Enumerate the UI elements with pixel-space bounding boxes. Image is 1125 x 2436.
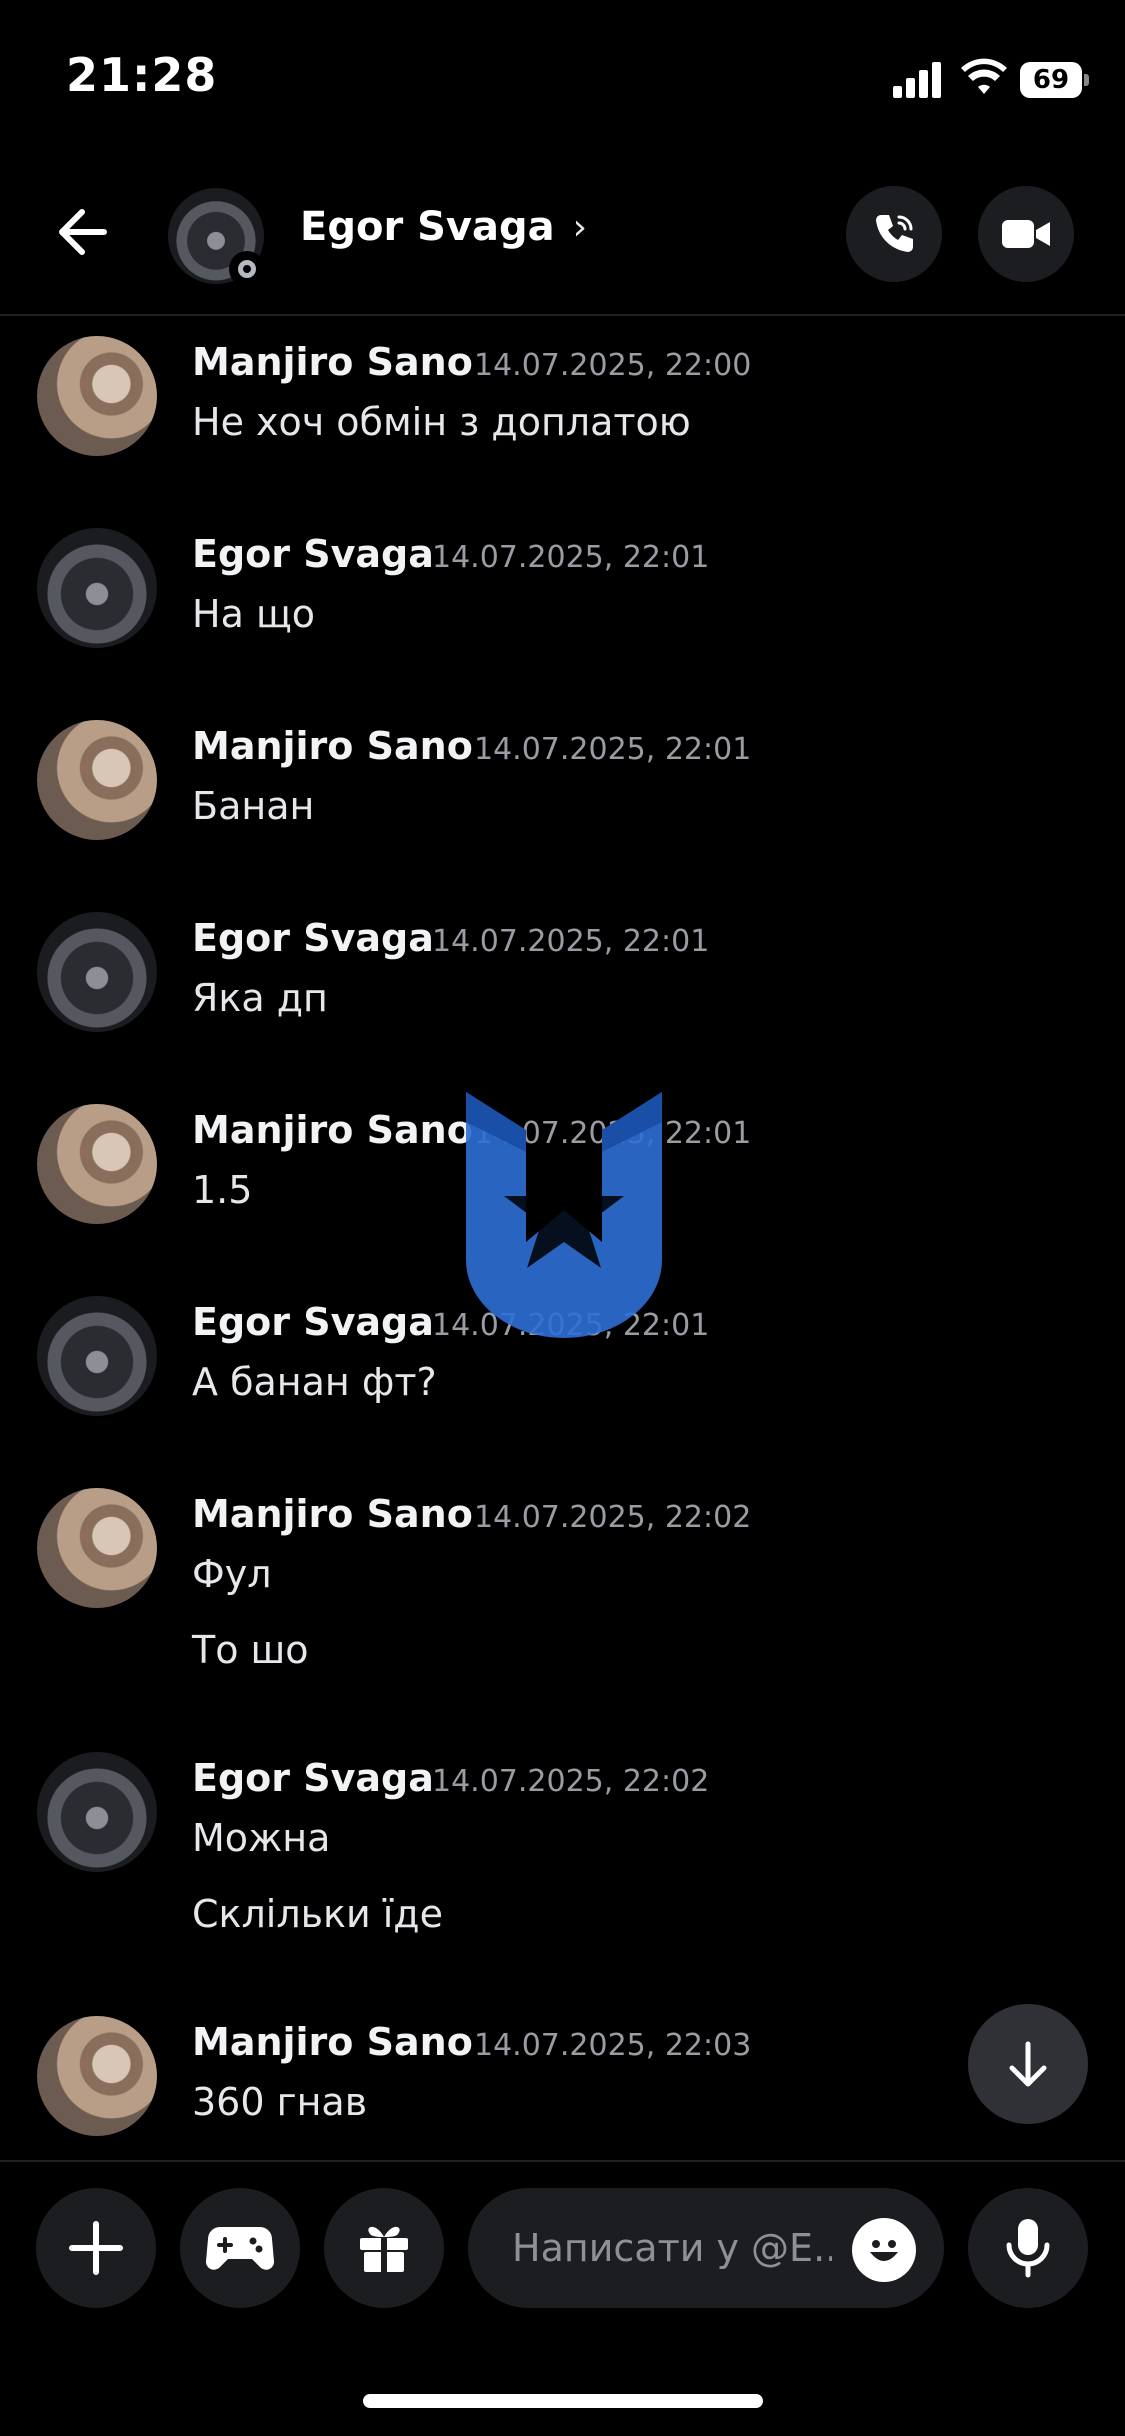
message-author[interactable]: Manjiro Sano	[192, 1492, 473, 1536]
message-text: Не хоч обмін з доплатою	[192, 400, 691, 444]
watermark-logo-icon	[466, 1092, 662, 1338]
chevron-right-icon: ›	[572, 206, 587, 248]
avatar[interactable]	[37, 912, 157, 1032]
video-camera-icon	[1002, 220, 1050, 248]
add-attachment-button[interactable]	[36, 2188, 156, 2308]
message-timestamp: 14.07.2025, 22:03	[474, 2028, 752, 2063]
message-timestamp: 14.07.2025, 22:02	[432, 1764, 710, 1799]
message-text: Яка дп	[192, 976, 328, 1020]
message-text: А банан фт?	[192, 1360, 437, 1404]
battery-level: 69	[1020, 62, 1082, 98]
back-button[interactable]	[52, 200, 116, 264]
gift-button[interactable]	[324, 2188, 444, 2308]
message-text: 1.5	[192, 1168, 253, 1212]
avatar[interactable]	[37, 336, 157, 456]
message-author[interactable]: Manjiro Sano	[192, 1108, 473, 1152]
message-author[interactable]: Manjiro Sano	[192, 340, 473, 384]
message-timestamp: 14.07.2025, 22:01	[432, 540, 710, 575]
message-timestamp: 14.07.2025, 22:01	[432, 924, 710, 959]
message-author[interactable]: Egor Svaga	[192, 532, 434, 576]
wifi-icon	[961, 58, 1007, 94]
arrow-down-icon	[1009, 2041, 1047, 2087]
message-timestamp: 14.07.2025, 22:01	[474, 732, 752, 767]
message-text: Фул	[192, 1552, 272, 1596]
voice-message-button[interactable]	[968, 2188, 1088, 2308]
video-call-button[interactable]	[978, 186, 1074, 282]
header-divider	[0, 314, 1125, 316]
avatar[interactable]	[37, 528, 157, 648]
message-author[interactable]: Egor Svaga	[192, 916, 434, 960]
message-author[interactable]: Egor Svaga	[192, 1756, 434, 1800]
avatar[interactable]	[37, 1296, 157, 1416]
voice-call-button[interactable]	[846, 186, 942, 282]
message-text: 360 гнав	[192, 2080, 368, 2124]
offline-status-icon	[229, 251, 265, 287]
message-text: Можна	[192, 1816, 331, 1860]
avatar[interactable]	[37, 1104, 157, 1224]
status-time: 21:28	[66, 48, 218, 102]
message-text: На що	[192, 592, 315, 636]
message-input-field[interactable]	[468, 2188, 944, 2308]
contact-name-button[interactable]: Egor Svaga ›	[300, 204, 587, 250]
battery-icon: 69	[1020, 62, 1090, 100]
phone-icon	[876, 215, 913, 252]
message-timestamp: 14.07.2025, 22:00	[474, 348, 752, 383]
avatar[interactable]	[37, 720, 157, 840]
gift-icon	[360, 2226, 408, 2272]
cellular-signal-icon	[893, 62, 941, 98]
message-author[interactable]: Manjiro Sano	[192, 724, 473, 768]
message-author[interactable]: Manjiro Sano	[192, 2020, 473, 2064]
avatar[interactable]	[37, 1752, 157, 1872]
avatar[interactable]	[37, 1488, 157, 1608]
message-text: То шо	[192, 1628, 309, 1672]
message-timestamp: 14.07.2025, 22:02	[474, 1500, 752, 1535]
scroll-to-bottom-button[interactable]	[968, 2004, 1088, 2124]
message-input[interactable]	[510, 2225, 834, 2271]
contact-name: Egor Svaga	[300, 204, 555, 250]
arrow-left-icon	[59, 209, 107, 255]
avatar[interactable]	[37, 2016, 157, 2136]
emoji-icon	[870, 2240, 898, 2261]
message-author[interactable]: Egor Svaga	[192, 1300, 434, 1344]
message-text: Склільки їде	[192, 1892, 443, 1936]
plus-icon	[69, 2221, 123, 2275]
composer-divider	[0, 2160, 1125, 2162]
gamepad-icon	[206, 2227, 274, 2270]
message-text: Банан	[192, 784, 315, 828]
emoji-button[interactable]	[852, 2218, 916, 2282]
microphone-icon	[1006, 2219, 1050, 2278]
home-indicator[interactable]	[363, 2394, 763, 2408]
activities-button[interactable]	[180, 2188, 300, 2308]
